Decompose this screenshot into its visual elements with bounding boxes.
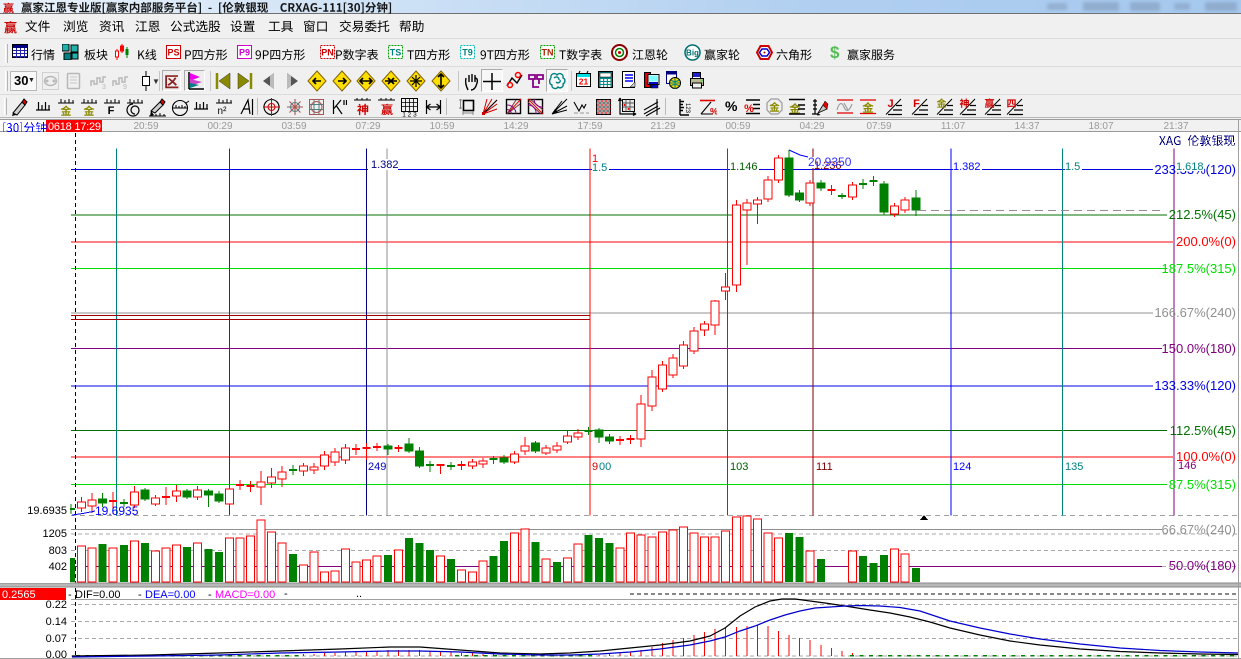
svg-text:14:37: 14:37 (1014, 121, 1039, 132)
svg-text:11:07: 11:07 (941, 121, 966, 132)
svg-text:0.00: 0.00 (46, 649, 67, 659)
svg-text:MACD=0.00: MACD=0.00 (215, 589, 275, 601)
svg-text:803: 803 (49, 545, 67, 557)
svg-text:00:59: 00:59 (725, 121, 750, 132)
svg-text:20:59: 20:59 (133, 121, 158, 132)
svg-text:1.382: 1.382 (371, 159, 399, 171)
svg-text:PN: PN (321, 48, 334, 58)
svg-text:21: 21 (579, 77, 589, 87)
svg-text:00: 00 (599, 461, 611, 473)
svg-text:21:37: 21:37 (1163, 121, 1188, 132)
svg-text:J: J (887, 98, 893, 110)
svg-text:124: 124 (953, 461, 971, 473)
svg-text:17:59: 17:59 (577, 121, 602, 132)
svg-text:TN: TN (542, 48, 554, 58)
svg-text:87.5%(315): 87.5%(315) (1169, 477, 1236, 492)
svg-text:Big: Big (686, 49, 699, 58)
svg-text:9: 9 (592, 461, 598, 473)
svg-text:146: 146 (1178, 460, 1196, 472)
svg-text:66.67%(240): 66.67%(240) (1162, 522, 1236, 537)
svg-text:07:29: 07:29 (355, 121, 380, 132)
svg-text:14:29: 14:29 (503, 121, 528, 132)
svg-text:1.618: 1.618 (1176, 161, 1204, 173)
svg-text:1.382: 1.382 (953, 161, 981, 173)
svg-text:..: .. (356, 588, 362, 600)
svg-text:1 2 3: 1 2 3 (402, 112, 417, 118)
svg-text:402: 402 (49, 561, 67, 573)
svg-text:DIF=0.00: DIF=0.00 (75, 589, 121, 601)
svg-text:F: F (913, 98, 920, 110)
svg-text:07:59: 07:59 (866, 121, 891, 132)
svg-text:103: 103 (730, 461, 748, 473)
svg-text:9: 9 (123, 84, 127, 91)
svg-text:21:29: 21:29 (650, 121, 675, 132)
svg-text:19.6935: 19.6935 (95, 504, 139, 518)
svg-text:1.5: 1.5 (1065, 161, 1080, 173)
svg-text:18:07: 18:07 (1088, 121, 1113, 132)
svg-text:0618 17:29: 0618 17:29 (48, 121, 101, 133)
svg-text:187.5%(315): 187.5%(315) (1162, 261, 1236, 276)
svg-text:111: 111 (816, 461, 833, 473)
svg-text:1.146: 1.146 (730, 161, 758, 173)
svg-text:-: - (208, 589, 212, 601)
svg-text:0.22: 0.22 (46, 599, 67, 611)
svg-text:F: F (108, 105, 115, 117)
svg-text:T9: T9 (462, 48, 473, 58)
svg-text:04:29: 04:29 (799, 121, 824, 132)
svg-text:00:29: 00:29 (207, 121, 232, 132)
svg-text:-: - (68, 589, 72, 601)
svg-text:133.33%(120): 133.33%(120) (1154, 378, 1236, 393)
svg-text:P9: P9 (239, 48, 250, 58)
svg-text:0.14: 0.14 (46, 616, 67, 628)
svg-text:212.5%(45): 212.5%(45) (1169, 207, 1236, 222)
svg-text:249: 249 (368, 461, 386, 473)
svg-text:DEA=0.00: DEA=0.00 (145, 589, 195, 601)
svg-text:135: 135 (1065, 461, 1083, 473)
svg-text:-: - (284, 588, 288, 600)
svg-text:0.07: 0.07 (46, 633, 67, 645)
svg-text:1.5: 1.5 (592, 162, 607, 174)
svg-text:10:59: 10:59 (429, 121, 454, 132)
svg-text:123: 123 (684, 103, 690, 114)
svg-text:-: - (138, 589, 142, 601)
svg-text:03:59: 03:59 (281, 121, 306, 132)
svg-text:200.0%(0): 200.0%(0) (1176, 234, 1236, 249)
svg-text:1205: 1205 (43, 528, 67, 540)
svg-text:n²: n² (218, 106, 228, 117)
svg-text:166.67%(240): 166.67%(240) (1154, 305, 1236, 320)
svg-text:3: 3 (102, 84, 106, 91)
svg-text:150.0%(180): 150.0%(180) (1162, 341, 1236, 356)
svg-text:TS: TS (390, 48, 402, 58)
svg-text:PS: PS (167, 48, 179, 58)
svg-text:112.5%(45): 112.5%(45) (1170, 423, 1236, 438)
svg-text:50.0%(180): 50.0%(180) (1169, 558, 1236, 573)
svg-text:0.2565: 0.2565 (2, 589, 36, 601)
svg-text:%: % (710, 107, 717, 117)
svg-text:20.9350: 20.9350 (808, 155, 852, 169)
svg-text:19.6935: 19.6935 (27, 505, 67, 517)
